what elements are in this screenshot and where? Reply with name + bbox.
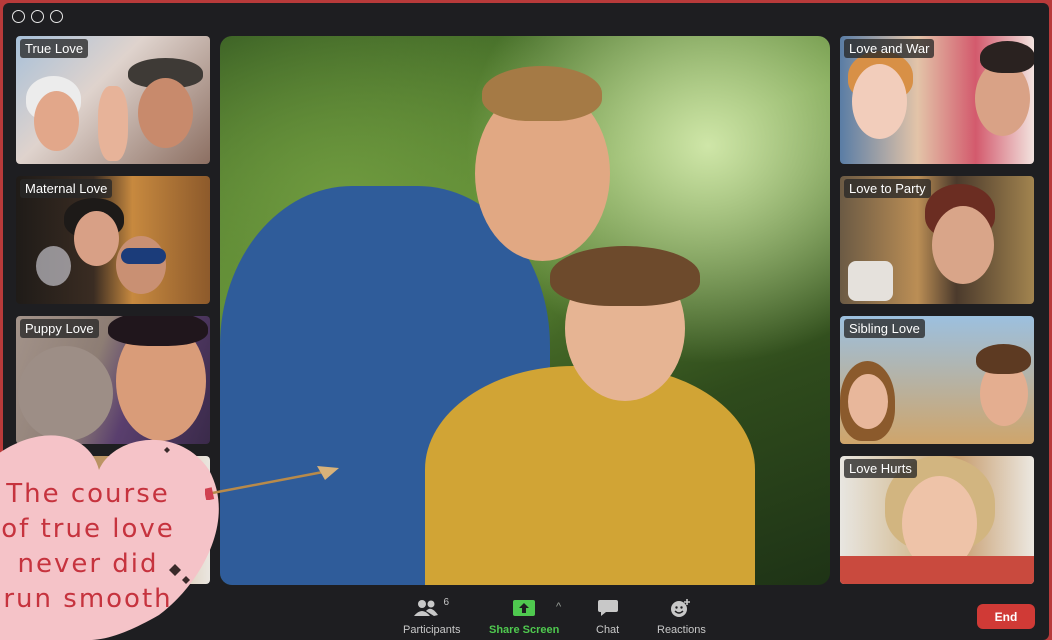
participant-name: Maternal Love	[20, 179, 113, 198]
active-speaker-video[interactable]	[220, 36, 830, 585]
share-screen-icon	[513, 600, 536, 616]
chat-button[interactable]: Chat	[596, 597, 619, 636]
participant-name: Puppy Love	[20, 319, 99, 338]
quote-line: run smooth	[3, 584, 173, 614]
quote-line: The course	[6, 479, 170, 509]
video-tile-love-hurts[interactable]: Love Hurts	[840, 456, 1034, 584]
quote-line: never did	[17, 549, 159, 579]
reactions-button[interactable]: Reactions	[657, 597, 706, 636]
person-jacket	[425, 366, 755, 585]
quote-line: of true love	[1, 514, 175, 544]
heart-quote-overlay: The course of true love never did run sm…	[0, 430, 224, 640]
window-controls	[12, 10, 63, 23]
video-tile-sibling-love[interactable]: Sibling Love	[840, 316, 1034, 444]
zoom-window-button[interactable]	[50, 10, 63, 23]
video-tile-true-love[interactable]: True Love	[16, 36, 210, 164]
reactions-label: Reactions	[657, 624, 706, 636]
chat-label: Chat	[596, 624, 620, 636]
participants-count: 6	[443, 597, 450, 608]
video-tile-love-to-party[interactable]: Love to Party	[840, 176, 1034, 304]
participant-name: Love Hurts	[844, 459, 917, 478]
participants-label: Participants	[403, 624, 461, 636]
reactions-icon	[671, 599, 691, 617]
share-screen-button[interactable]: Share Screen	[489, 597, 559, 636]
share-screen-label: Share Screen	[489, 624, 560, 636]
participant-name: Sibling Love	[844, 319, 925, 338]
end-meeting-button[interactable]: End	[977, 604, 1035, 629]
minimize-window-button[interactable]	[31, 10, 44, 23]
share-options-chevron-icon[interactable]: ^	[556, 601, 561, 613]
video-tile-love-and-war[interactable]: Love and War	[840, 36, 1034, 164]
heart-quote-text: The course of true love never did run sm…	[0, 477, 182, 617]
participant-name: True Love	[20, 39, 89, 58]
arrow-icon	[205, 466, 339, 500]
participants-button[interactable]: 6 Participants	[403, 597, 460, 636]
close-window-button[interactable]	[12, 10, 25, 23]
participant-name: Love and War	[844, 39, 935, 58]
video-tile-maternal-love[interactable]: Maternal Love	[16, 176, 210, 304]
chat-icon	[597, 600, 618, 616]
video-tile-puppy-love[interactable]: Puppy Love	[16, 316, 210, 444]
participant-name: Love to Party	[844, 179, 931, 198]
participants-icon	[414, 600, 439, 616]
